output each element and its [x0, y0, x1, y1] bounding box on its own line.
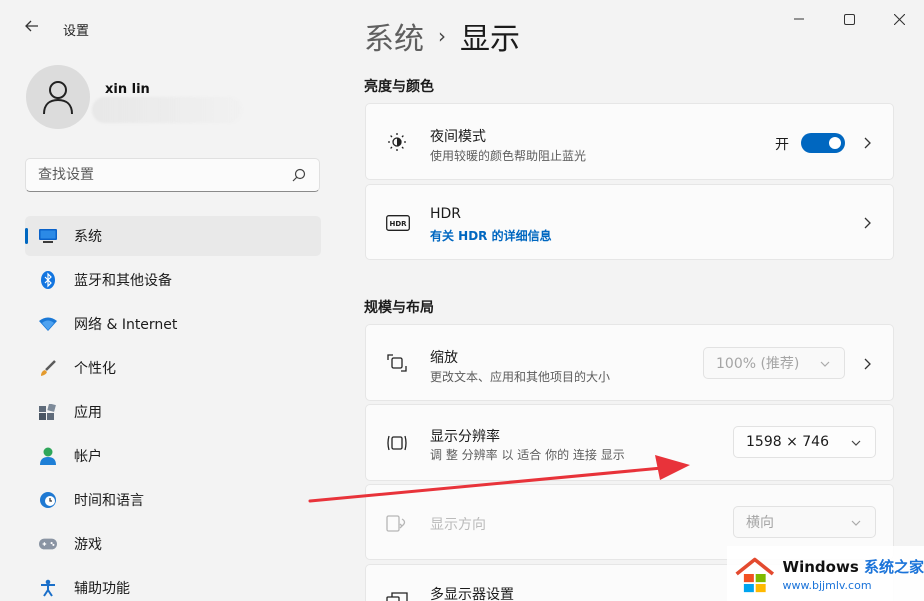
- toggle-knob: [829, 137, 841, 149]
- chevron-right-icon: [864, 358, 871, 370]
- orientation-dropdown-value: 横向: [746, 515, 774, 531]
- hdr-icon: HDR: [386, 212, 410, 234]
- user-name: xin lin: [105, 82, 150, 97]
- chevron-right-icon: [864, 217, 871, 229]
- close-icon: [893, 13, 905, 25]
- resolution-card[interactable]: 显示分辨率 调 整 分辨率 以 适合 你的 连接 显示 1598 × 746: [365, 404, 894, 481]
- maximize-button[interactable]: [824, 0, 874, 38]
- night-light-card[interactable]: 夜间模式 使用较暖的颜色帮助阻止蓝光 开: [365, 103, 894, 180]
- orientation-icon: [386, 512, 408, 534]
- sidebar-item-system[interactable]: 系统: [25, 216, 321, 256]
- chevron-down-icon: [851, 520, 861, 526]
- chevron-right-icon: [864, 137, 871, 149]
- sidebar-item-personalization[interactable]: 个性化: [25, 348, 321, 388]
- night-light-toggle-label: 开: [775, 137, 789, 153]
- scale-dropdown-value: 100% (推荐): [716, 356, 800, 372]
- resolution-subtitle: 调 整 分辨率 以 适合 你的 连接 显示: [430, 448, 625, 462]
- windows-house-logo-icon: [735, 557, 775, 592]
- breadcrumb-parent[interactable]: 系统: [364, 14, 424, 58]
- monitor-icon: [39, 227, 57, 245]
- app-title: 设置: [63, 24, 90, 39]
- accessibility-icon: [39, 579, 57, 597]
- sidebar-item-gaming[interactable]: 游戏: [25, 524, 321, 564]
- watermark-brand-cn: 系统之家: [863, 557, 924, 576]
- search-box[interactable]: [25, 158, 320, 192]
- minimize-button[interactable]: [774, 0, 824, 38]
- page-title: 显示: [460, 22, 520, 57]
- svg-text:HDR: HDR: [389, 220, 407, 228]
- scale-dropdown[interactable]: 100% (推荐): [703, 347, 845, 379]
- scale-subtitle: 更改文本、应用和其他项目的大小: [430, 370, 611, 384]
- sidebar-item-label: 辅助功能: [74, 581, 130, 597]
- sidebar-item-label: 帐户: [74, 449, 102, 465]
- resolution-title: 显示分辨率: [430, 429, 500, 445]
- watermark-brand: Windows: [782, 557, 859, 576]
- gamepad-icon: [39, 535, 57, 553]
- close-button[interactable]: [874, 0, 924, 38]
- search-icon: [292, 168, 306, 182]
- bluetooth-icon: [39, 271, 57, 289]
- night-light-toggle[interactable]: [801, 133, 845, 153]
- hdr-learn-more-link[interactable]: 有关 HDR 的详细信息: [430, 227, 552, 244]
- chevron-down-icon: [820, 361, 830, 367]
- multi-display-icon: [386, 589, 408, 601]
- account-icon: [39, 447, 57, 465]
- sidebar-item-accounts[interactable]: 帐户: [25, 436, 321, 476]
- resolution-dropdown[interactable]: 1598 × 746: [733, 426, 876, 458]
- watermark: Windows 系统之家 www.bjjmlv.com: [727, 546, 924, 601]
- section-title-brightness-color: 亮度与颜色: [364, 79, 434, 95]
- sidebar-item-label: 系统: [74, 229, 102, 245]
- breadcrumb: 系统 › 显示: [364, 14, 520, 58]
- sidebar-item-label: 应用: [74, 405, 102, 421]
- sidebar-item-accessibility[interactable]: 辅助功能: [25, 568, 321, 601]
- sidebar-item-time-language[interactable]: 时间和语言: [25, 480, 321, 520]
- brightness-icon: [386, 131, 408, 153]
- globe-clock-icon: [39, 491, 57, 509]
- sidebar-nav: 系统 蓝牙和其他设备 网络 & Internet 个性化 应用 帐户 时间和语言…: [25, 216, 321, 601]
- user-email-redacted: [92, 97, 242, 123]
- sidebar-item-label: 时间和语言: [74, 493, 144, 509]
- back-button[interactable]: [24, 18, 44, 38]
- resolution-icon: [386, 432, 408, 454]
- sidebar-item-label: 网络 & Internet: [74, 317, 178, 333]
- brush-icon: [39, 359, 57, 377]
- sidebar-item-network[interactable]: 网络 & Internet: [25, 304, 321, 344]
- minimize-icon: [794, 18, 804, 20]
- watermark-url: www.bjjmlv.com: [782, 578, 872, 592]
- wifi-icon: [39, 315, 57, 333]
- orientation-title: 显示方向: [430, 517, 486, 533]
- chevron-down-icon: [851, 440, 861, 446]
- person-icon: [43, 81, 73, 115]
- avatar[interactable]: [26, 65, 90, 129]
- hdr-card[interactable]: HDR HDR 有关 HDR 的详细信息: [365, 184, 894, 260]
- breadcrumb-separator: ›: [438, 24, 446, 48]
- night-light-title: 夜间模式: [430, 129, 486, 145]
- apps-icon: [39, 403, 57, 421]
- scale-title: 缩放: [430, 350, 458, 366]
- window-controls: [774, 0, 924, 38]
- hdr-title: HDR: [430, 206, 462, 222]
- maximize-icon: [843, 13, 855, 25]
- section-title-scale-layout: 规模与布局: [364, 300, 434, 316]
- night-light-subtitle: 使用较暖的颜色帮助阻止蓝光: [430, 149, 587, 163]
- sidebar-item-apps[interactable]: 应用: [25, 392, 321, 432]
- sidebar-item-bluetooth[interactable]: 蓝牙和其他设备: [25, 260, 321, 300]
- orientation-dropdown[interactable]: 横向: [733, 506, 876, 538]
- sidebar-item-label: 蓝牙和其他设备: [74, 273, 172, 289]
- multi-display-title: 多显示器设置: [430, 587, 514, 601]
- search-input[interactable]: [26, 159, 276, 191]
- sidebar-item-label: 个性化: [74, 361, 116, 377]
- scale-icon: [386, 352, 408, 374]
- scale-card[interactable]: 缩放 更改文本、应用和其他项目的大小 100% (推荐): [365, 324, 894, 401]
- back-arrow-icon: [25, 20, 38, 32]
- resolution-dropdown-value: 1598 × 746: [746, 434, 829, 450]
- sidebar-item-label: 游戏: [74, 537, 102, 553]
